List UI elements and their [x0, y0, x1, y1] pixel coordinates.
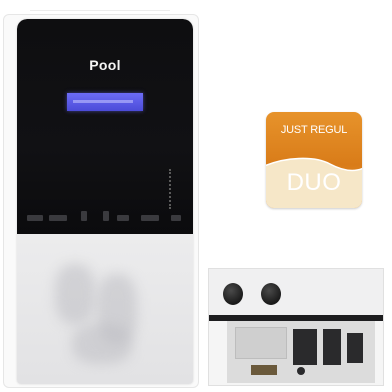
cover-shadow: [72, 324, 132, 364]
device-brand-label: Pool: [89, 57, 121, 73]
relay-block: [347, 333, 363, 363]
device-bottom-view: [208, 268, 384, 386]
device-front: Pool: [17, 19, 193, 384]
terminal-connector: [251, 365, 277, 375]
fuse-holder: [297, 367, 305, 375]
dimension-line-top: [30, 10, 170, 11]
device-bottom-top: [209, 269, 383, 315]
relay-block: [323, 329, 341, 365]
product-logo: JUST REGUL DUO: [266, 112, 362, 208]
device-button: [117, 215, 129, 221]
logo-top-text: JUST REGUL: [280, 124, 348, 136]
device-button: [141, 215, 159, 221]
device-internal-board: [227, 321, 375, 383]
device-button: [27, 215, 43, 221]
relay-block: [293, 329, 317, 365]
device-control-panel: Pool: [17, 19, 193, 234]
cable-gland-icon: [223, 283, 243, 305]
device-button-row: [25, 211, 185, 227]
device-button: [103, 211, 109, 221]
product-image: Pool JUST REGUL DUO: [0, 0, 392, 392]
device-button: [171, 215, 181, 221]
device-lcd-screen: [67, 93, 143, 111]
terminal-panel: [235, 327, 287, 359]
device-side-marking: [169, 169, 177, 209]
logo-bottom-text: DUO: [286, 169, 342, 196]
cable-gland-icon: [261, 283, 281, 305]
device-button: [81, 211, 87, 221]
device-lower-cover: [17, 234, 193, 384]
device-button: [49, 215, 67, 221]
cover-shadow: [55, 264, 95, 324]
